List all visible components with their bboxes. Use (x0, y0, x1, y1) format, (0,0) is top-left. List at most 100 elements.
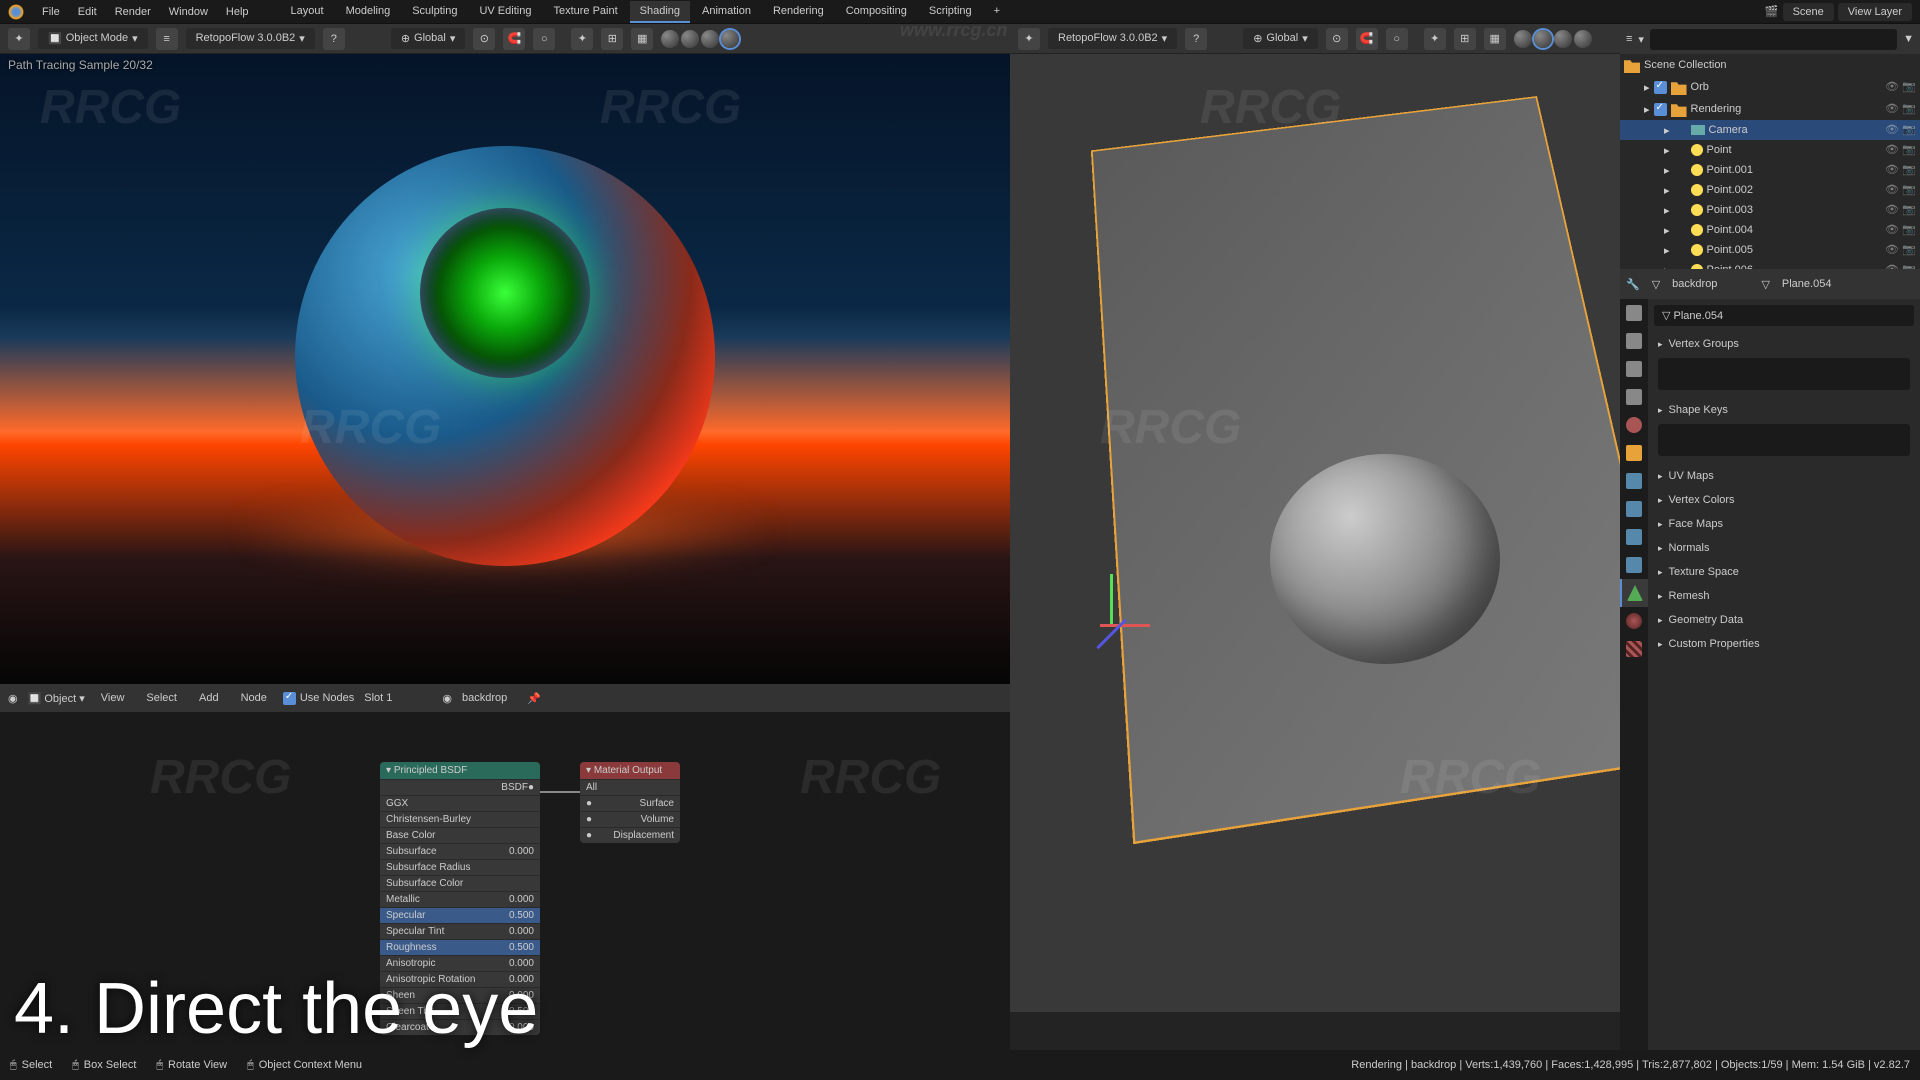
eye-icon[interactable]: 👁 (1885, 203, 1899, 217)
node-param-base-color[interactable]: Base Color (380, 827, 540, 843)
outliner-item-point-004[interactable]: ▸ Point.004👁📷 (1620, 220, 1920, 240)
props-section-vertex-colors[interactable]: ▸ Vertex Colors (1654, 488, 1914, 512)
retopoflow-dropdown[interactable]: RetopoFlow 3.0.0B2 ▾ (1048, 28, 1177, 49)
orientation-dropdown[interactable]: ⊕ Global ▾ (1243, 28, 1318, 49)
texture-tab[interactable] (1620, 635, 1648, 663)
camera-vis-icon[interactable]: 📷 (1902, 263, 1916, 269)
particle-tab[interactable] (1620, 495, 1648, 523)
constraint-tab[interactable] (1620, 551, 1648, 579)
props-section-geometry-data[interactable]: ▸ Geometry Data (1654, 608, 1914, 632)
display-mode-icon[interactable]: ▾ (1638, 33, 1644, 46)
help-icon[interactable]: ? (1185, 28, 1207, 50)
menu-edit[interactable]: Edit (70, 2, 105, 22)
editor-type-icon[interactable]: ≡ (1626, 33, 1632, 45)
tab-modeling[interactable]: Modeling (336, 1, 401, 23)
props-section-normals[interactable]: ▸ Normals (1654, 536, 1914, 560)
node-param-subsurface-radius[interactable]: Subsurface Radius (380, 859, 540, 875)
menu-window[interactable]: Window (161, 2, 216, 22)
tab-animation[interactable]: Animation (692, 1, 761, 23)
node-param-subsurface[interactable]: Subsurface0.000 (380, 843, 540, 859)
props-section-uv-maps[interactable]: ▸ UV Maps (1654, 464, 1914, 488)
rendered-shading[interactable] (721, 30, 739, 48)
collection-checkbox[interactable] (1654, 103, 1667, 116)
outliner-item-point[interactable]: ▸ Point👁📷 (1620, 140, 1920, 160)
node-param-roughness[interactable]: Roughness0.500 (380, 939, 540, 955)
editor-type-icon[interactable]: ✦ (8, 28, 30, 50)
object-name-field[interactable]: ▽ Plane.054 (1654, 305, 1914, 326)
tab-uv-editing[interactable]: UV Editing (469, 1, 541, 23)
node-param-ggx[interactable]: GGX (380, 795, 540, 811)
node-mode-dropdown[interactable]: 🔲 Object ▾ (28, 692, 85, 705)
wireframe-shading[interactable] (1514, 30, 1532, 48)
node-menu-select[interactable]: Select (140, 689, 183, 707)
tab-rendering[interactable]: Rendering (763, 1, 834, 23)
editor-type-icon[interactable]: 🔧 (1626, 278, 1640, 291)
tab-sculpting[interactable]: Sculpting (402, 1, 467, 23)
eye-icon[interactable]: 👁 (1885, 263, 1899, 269)
axis-gizmo[interactable] (1050, 574, 1170, 674)
node-param-christensen-burley[interactable]: Christensen-Burley (380, 811, 540, 827)
tab-shading[interactable]: Shading (630, 1, 690, 23)
gizmo-icon[interactable]: ✦ (571, 28, 593, 50)
eye-icon[interactable]: 👁 (1885, 223, 1899, 237)
view-layer-tab[interactable] (1620, 355, 1648, 383)
material-output-node[interactable]: ▾ Material Output All ● Surface ● Volume… (580, 762, 680, 843)
outliner-item-point-003[interactable]: ▸ Point.003👁📷 (1620, 200, 1920, 220)
props-section-vertex-groups[interactable]: ▸ Vertex Groups (1654, 332, 1914, 356)
material-name-field[interactable]: backdrop (462, 692, 507, 704)
snap-icon[interactable]: 🧲 (503, 28, 525, 50)
add-workspace-button[interactable]: + (984, 1, 1010, 23)
props-section-custom-properties[interactable]: ▸ Custom Properties (1654, 632, 1914, 656)
scene-dropdown[interactable]: Scene (1783, 3, 1834, 21)
overlay-icon[interactable]: ⊞ (1454, 28, 1476, 50)
physics-tab[interactable] (1620, 523, 1648, 551)
scene-collection-row[interactable]: Scene Collection (1620, 54, 1920, 76)
filter-icon[interactable]: ▼ (1903, 33, 1914, 45)
tab-layout[interactable]: Layout (281, 1, 334, 23)
menu-toggle-icon[interactable]: ≡ (156, 28, 178, 50)
outliner-item-orb[interactable]: ▸ Orb👁📷 (1620, 76, 1920, 98)
orientation-dropdown[interactable]: ⊕ Global ▾ (391, 28, 466, 49)
pivot-icon[interactable]: ⊙ (1326, 28, 1348, 50)
props-section-texture-space[interactable]: ▸ Texture Space (1654, 560, 1914, 584)
world-tab[interactable] (1620, 411, 1648, 439)
camera-vis-icon[interactable]: 📷 (1902, 163, 1916, 177)
matcap-shading[interactable] (701, 30, 719, 48)
node-param-subsurface-color[interactable]: Subsurface Color (380, 875, 540, 891)
camera-vis-icon[interactable]: 📷 (1902, 80, 1916, 94)
gizmo-icon[interactable]: ✦ (1424, 28, 1446, 50)
outliner-item-rendering[interactable]: ▸ Rendering👁📷 (1620, 98, 1920, 120)
tab-texture-paint[interactable]: Texture Paint (543, 1, 627, 23)
node-param-specular[interactable]: Specular0.500 (380, 907, 540, 923)
camera-vis-icon[interactable]: 📷 (1902, 143, 1916, 157)
wireframe-shading[interactable] (661, 30, 679, 48)
eye-icon[interactable]: 👁 (1885, 183, 1899, 197)
camera-vis-icon[interactable]: 📷 (1902, 243, 1916, 257)
props-section-shape-keys[interactable]: ▸ Shape Keys (1654, 398, 1914, 422)
menu-render[interactable]: Render (107, 2, 159, 22)
retopoflow-dropdown[interactable]: RetopoFlow 3.0.0B2 ▾ (186, 28, 315, 49)
volume-input-socket[interactable]: ● Volume (580, 811, 680, 827)
camera-vis-icon[interactable]: 📷 (1902, 102, 1916, 116)
outliner-item-point-006[interactable]: ▸ Point.006👁📷 (1620, 260, 1920, 269)
node-menu-node[interactable]: Node (235, 689, 273, 707)
material-tab[interactable] (1620, 607, 1648, 635)
render-viewport[interactable]: Path Tracing Sample 20/32 (0, 54, 1010, 684)
mesh-data-tab[interactable] (1620, 579, 1648, 607)
camera-vis-icon[interactable]: 📷 (1902, 183, 1916, 197)
output-tab[interactable] (1620, 327, 1648, 355)
snap-icon[interactable]: 🧲 (1356, 28, 1378, 50)
proportional-icon[interactable]: ○ (1386, 28, 1408, 50)
node-param-metallic[interactable]: Metallic0.000 (380, 891, 540, 907)
tab-compositing[interactable]: Compositing (836, 1, 917, 23)
eye-icon[interactable]: 👁 (1885, 80, 1899, 94)
tab-scripting[interactable]: Scripting (919, 1, 982, 23)
matcap-shading[interactable] (1554, 30, 1572, 48)
rendered-shading[interactable] (1574, 30, 1592, 48)
outliner-item-camera[interactable]: ▸ Camera👁📷 (1620, 120, 1920, 140)
collection-checkbox[interactable] (1654, 81, 1667, 94)
menu-file[interactable]: File (34, 2, 68, 22)
props-section-face-maps[interactable]: ▸ Face Maps (1654, 512, 1914, 536)
editor-type-icon[interactable]: ✦ (1018, 28, 1040, 50)
object-tab[interactable] (1620, 439, 1648, 467)
